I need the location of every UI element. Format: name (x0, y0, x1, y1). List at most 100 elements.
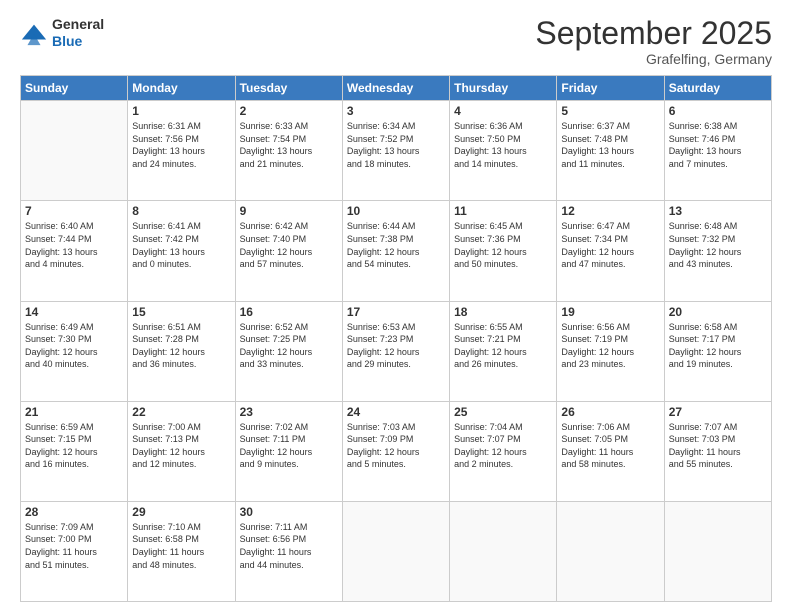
day-number: 18 (454, 305, 552, 319)
calendar-cell (342, 501, 449, 601)
logo: General Blue (20, 16, 104, 50)
day-number: 26 (561, 405, 659, 419)
header: General Blue September 2025 Grafelfing, … (20, 16, 772, 67)
calendar-cell: 8 Sunrise: 6:41 AM Sunset: 7:42 PM Daylig… (128, 201, 235, 301)
calendar-cell: 27 Sunrise: 7:07 AM Sunset: 7:03 PM Dayli… (664, 401, 771, 501)
day-info: Sunrise: 6:34 AM Sunset: 7:52 PM Dayligh… (347, 120, 445, 170)
calendar-cell: 23 Sunrise: 7:02 AM Sunset: 7:11 PM Dayli… (235, 401, 342, 501)
day-number: 21 (25, 405, 123, 419)
calendar-cell: 2 Sunrise: 6:33 AM Sunset: 7:54 PM Daylig… (235, 101, 342, 201)
week-row-4: 21 Sunrise: 6:59 AM Sunset: 7:15 PM Dayli… (21, 401, 772, 501)
day-info: Sunrise: 6:47 AM Sunset: 7:34 PM Dayligh… (561, 220, 659, 270)
day-info: Sunrise: 7:11 AM Sunset: 6:56 PM Dayligh… (240, 521, 338, 571)
title-block: September 2025 Grafelfing, Germany (535, 16, 772, 67)
calendar-cell: 25Sunrise: 7:04 AM Sunset: 7:07 PM Dayli… (450, 401, 557, 501)
day-info: Sunrise: 6:56 AM Sunset: 7:19 PM Dayligh… (561, 321, 659, 371)
day-number: 16 (240, 305, 338, 319)
day-info: Sunrise: 6:33 AM Sunset: 7:54 PM Dayligh… (240, 120, 338, 170)
day-info: Sunrise: 6:45 AM Sunset: 7:36 PM Dayligh… (454, 220, 552, 270)
calendar-cell: 10 Sunrise: 6:44 AM Sunset: 7:38 PM Dayli… (342, 201, 449, 301)
calendar-cell: 28 Sunrise: 7:09 AM Sunset: 7:00 PM Dayli… (21, 501, 128, 601)
day-number: 23 (240, 405, 338, 419)
week-row-1: 1Sunrise: 6:31 AM Sunset: 7:56 PM Daylig… (21, 101, 772, 201)
calendar-cell: 26 Sunrise: 7:06 AM Sunset: 7:05 PM Dayli… (557, 401, 664, 501)
day-info: Sunrise: 6:36 AM Sunset: 7:50 PM Dayligh… (454, 120, 552, 170)
day-info: Sunrise: 6:42 AM Sunset: 7:40 PM Dayligh… (240, 220, 338, 270)
day-info: Sunrise: 6:55 AM Sunset: 7:21 PM Dayligh… (454, 321, 552, 371)
day-number: 9 (240, 204, 338, 218)
day-info: Sunrise: 7:02 AM Sunset: 7:11 PM Dayligh… (240, 421, 338, 471)
day-number: 24 (347, 405, 445, 419)
calendar-cell: 14 Sunrise: 6:49 AM Sunset: 7:30 PM Dayli… (21, 301, 128, 401)
day-info: Sunrise: 7:10 AM Sunset: 6:58 PM Dayligh… (132, 521, 230, 571)
day-number: 8 (132, 204, 230, 218)
day-info: Sunrise: 6:49 AM Sunset: 7:30 PM Dayligh… (25, 321, 123, 371)
header-tuesday: Tuesday (235, 76, 342, 101)
week-row-2: 7 Sunrise: 6:40 AM Sunset: 7:44 PM Daylig… (21, 201, 772, 301)
day-info: Sunrise: 7:07 AM Sunset: 7:03 PM Dayligh… (669, 421, 767, 471)
logo-icon (20, 19, 48, 47)
day-info: Sunrise: 6:38 AM Sunset: 7:46 PM Dayligh… (669, 120, 767, 170)
day-info: Sunrise: 6:53 AM Sunset: 7:23 PM Dayligh… (347, 321, 445, 371)
calendar-cell: 24Sunrise: 7:03 AM Sunset: 7:09 PM Dayli… (342, 401, 449, 501)
calendar-cell: 5 Sunrise: 6:37 AM Sunset: 7:48 PM Daylig… (557, 101, 664, 201)
day-number: 2 (240, 104, 338, 118)
day-info: Sunrise: 6:52 AM Sunset: 7:25 PM Dayligh… (240, 321, 338, 371)
day-number: 15 (132, 305, 230, 319)
calendar-cell (557, 501, 664, 601)
month-title: September 2025 (535, 16, 772, 51)
day-number: 17 (347, 305, 445, 319)
calendar-cell: 9 Sunrise: 6:42 AM Sunset: 7:40 PM Daylig… (235, 201, 342, 301)
header-friday: Friday (557, 76, 664, 101)
day-info: Sunrise: 7:00 AM Sunset: 7:13 PM Dayligh… (132, 421, 230, 471)
logo-text: General Blue (52, 16, 104, 50)
day-number: 20 (669, 305, 767, 319)
calendar-cell: 22 Sunrise: 7:00 AM Sunset: 7:13 PM Dayli… (128, 401, 235, 501)
day-info: Sunrise: 6:59 AM Sunset: 7:15 PM Dayligh… (25, 421, 123, 471)
calendar-cell: 3 Sunrise: 6:34 AM Sunset: 7:52 PM Daylig… (342, 101, 449, 201)
day-number: 12 (561, 204, 659, 218)
day-info: Sunrise: 6:48 AM Sunset: 7:32 PM Dayligh… (669, 220, 767, 270)
calendar-cell: 19Sunrise: 6:56 AM Sunset: 7:19 PM Dayli… (557, 301, 664, 401)
calendar-cell: 1Sunrise: 6:31 AM Sunset: 7:56 PM Daylig… (128, 101, 235, 201)
calendar-cell: 30Sunrise: 7:11 AM Sunset: 6:56 PM Dayli… (235, 501, 342, 601)
day-number: 1 (132, 104, 230, 118)
day-info: Sunrise: 6:41 AM Sunset: 7:42 PM Dayligh… (132, 220, 230, 270)
calendar-cell: 11 Sunrise: 6:45 AM Sunset: 7:36 PM Dayli… (450, 201, 557, 301)
week-row-3: 14 Sunrise: 6:49 AM Sunset: 7:30 PM Dayli… (21, 301, 772, 401)
day-number: 22 (132, 405, 230, 419)
calendar-cell (21, 101, 128, 201)
calendar-cell: 12 Sunrise: 6:47 AM Sunset: 7:34 PM Dayli… (557, 201, 664, 301)
calendar: Sunday Monday Tuesday Wednesday Thursday… (20, 75, 772, 602)
location: Grafelfing, Germany (535, 51, 772, 67)
calendar-cell: 13 Sunrise: 6:48 AM Sunset: 7:32 PM Dayli… (664, 201, 771, 301)
header-saturday: Saturday (664, 76, 771, 101)
day-number: 10 (347, 204, 445, 218)
header-thursday: Thursday (450, 76, 557, 101)
day-info: Sunrise: 6:37 AM Sunset: 7:48 PM Dayligh… (561, 120, 659, 170)
day-number: 7 (25, 204, 123, 218)
week-row-5: 28 Sunrise: 7:09 AM Sunset: 7:00 PM Dayli… (21, 501, 772, 601)
day-info: Sunrise: 6:40 AM Sunset: 7:44 PM Dayligh… (25, 220, 123, 270)
calendar-cell: 29Sunrise: 7:10 AM Sunset: 6:58 PM Dayli… (128, 501, 235, 601)
day-info: Sunrise: 7:04 AM Sunset: 7:07 PM Dayligh… (454, 421, 552, 471)
day-number: 5 (561, 104, 659, 118)
day-number: 28 (25, 505, 123, 519)
day-number: 13 (669, 204, 767, 218)
calendar-cell (664, 501, 771, 601)
header-monday: Monday (128, 76, 235, 101)
day-number: 3 (347, 104, 445, 118)
day-info: Sunrise: 6:44 AM Sunset: 7:38 PM Dayligh… (347, 220, 445, 270)
calendar-cell: 18 Sunrise: 6:55 AM Sunset: 7:21 PM Dayli… (450, 301, 557, 401)
calendar-cell: 6Sunrise: 6:38 AM Sunset: 7:46 PM Daylig… (664, 101, 771, 201)
day-info: Sunrise: 7:09 AM Sunset: 7:00 PM Dayligh… (25, 521, 123, 571)
day-number: 4 (454, 104, 552, 118)
day-info: Sunrise: 6:58 AM Sunset: 7:17 PM Dayligh… (669, 321, 767, 371)
calendar-cell: 7 Sunrise: 6:40 AM Sunset: 7:44 PM Daylig… (21, 201, 128, 301)
day-info: Sunrise: 7:06 AM Sunset: 7:05 PM Dayligh… (561, 421, 659, 471)
calendar-cell: 21 Sunrise: 6:59 AM Sunset: 7:15 PM Dayli… (21, 401, 128, 501)
header-wednesday: Wednesday (342, 76, 449, 101)
day-number: 27 (669, 405, 767, 419)
day-number: 14 (25, 305, 123, 319)
day-number: 11 (454, 204, 552, 218)
